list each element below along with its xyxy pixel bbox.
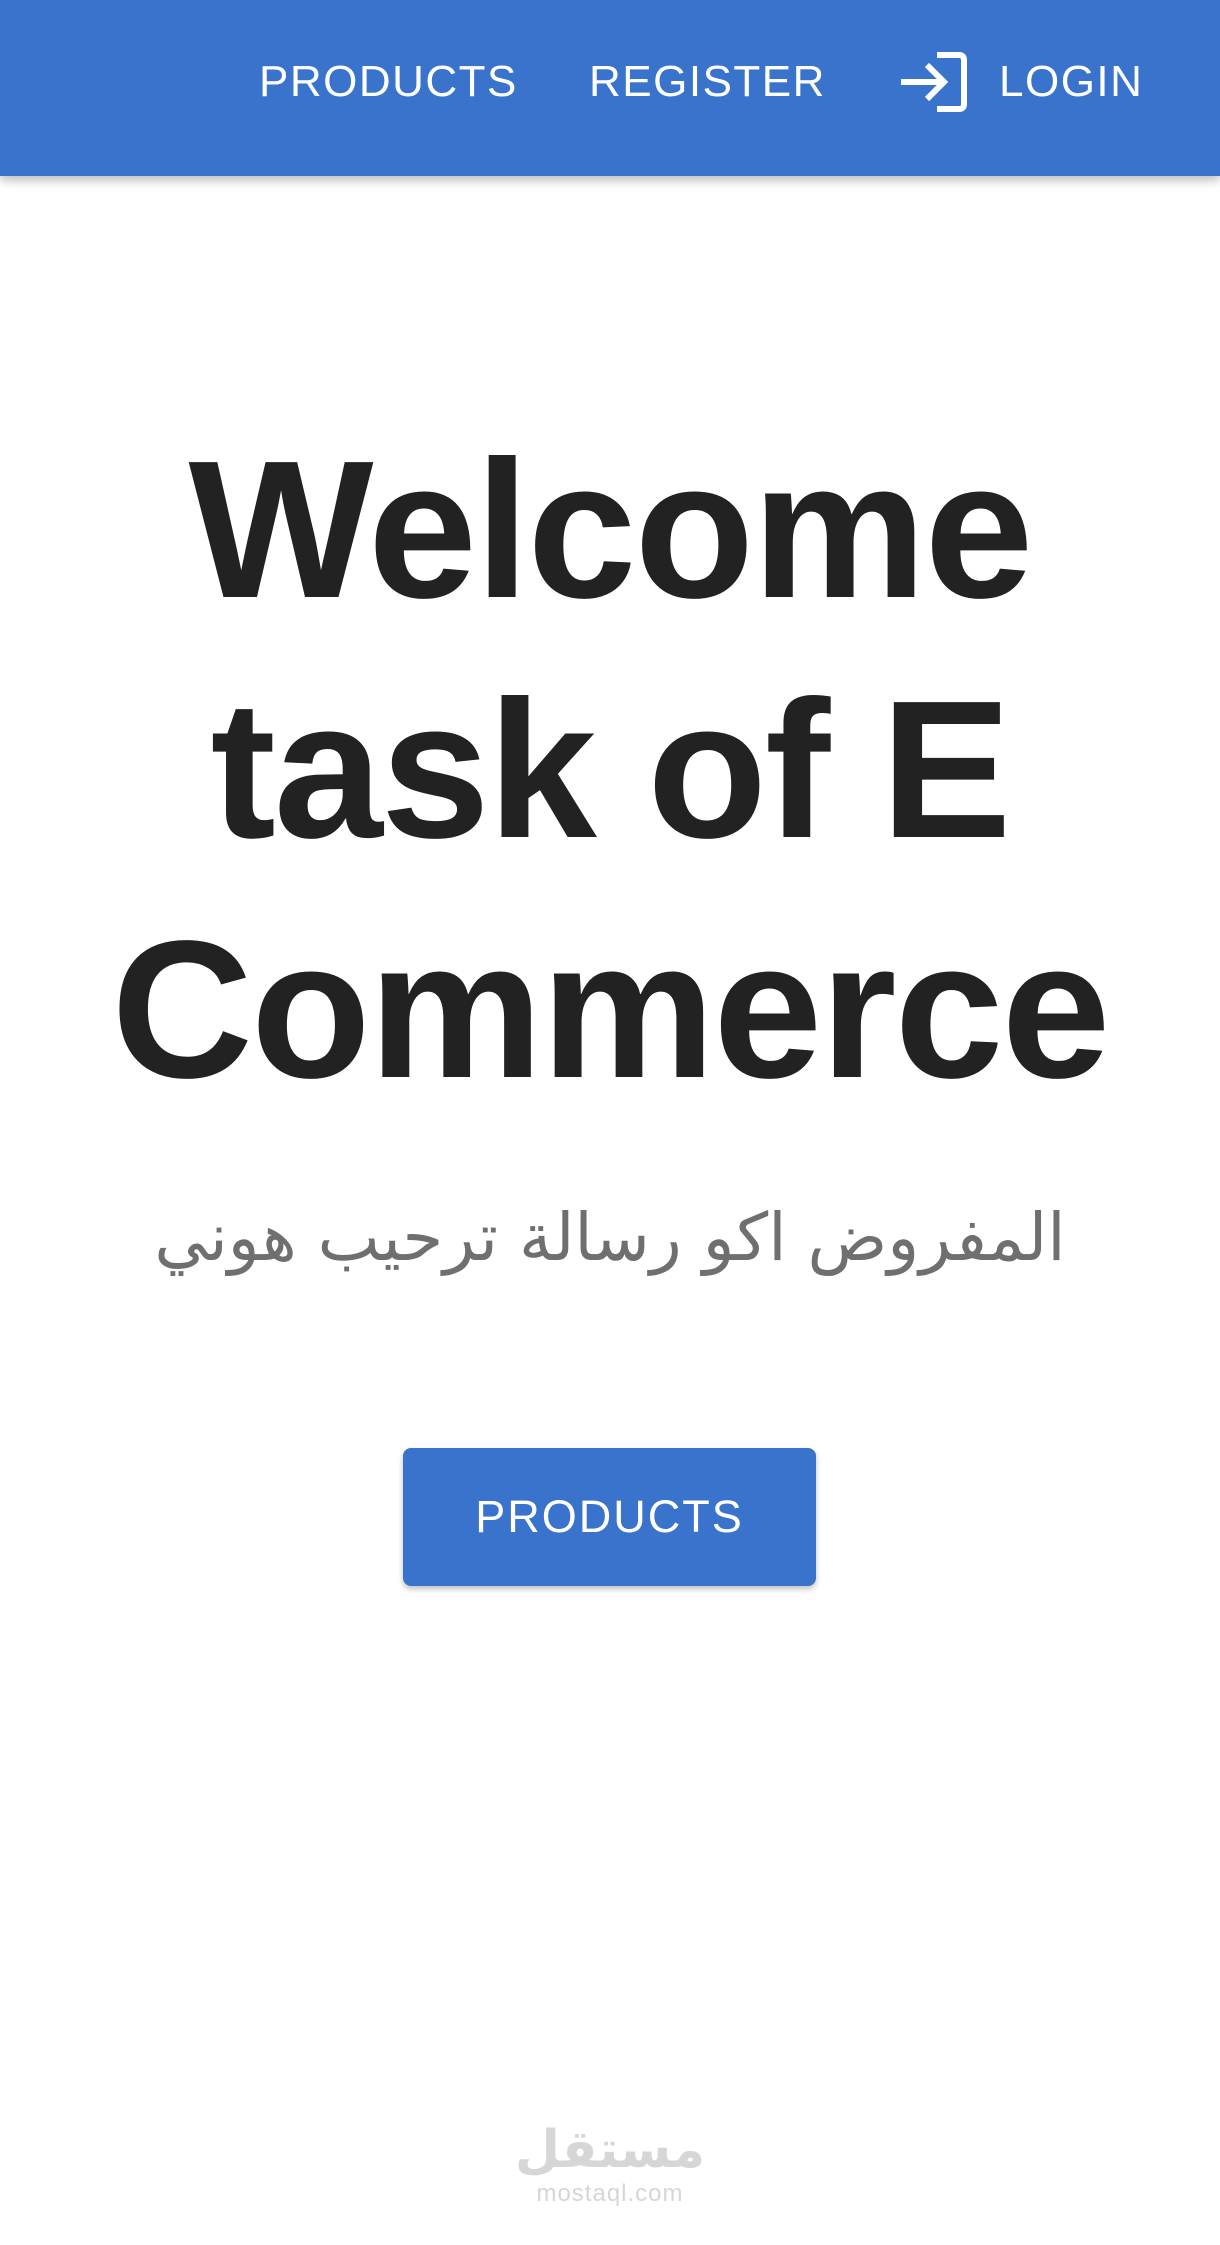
nav-products-label: PRODUCTS (259, 57, 518, 106)
nav-register-label: REGISTER (589, 57, 826, 106)
products-button[interactable]: PRODUCTS (403, 1448, 816, 1586)
nav-products-link[interactable]: PRODUCTS (259, 0, 518, 164)
mostaql-watermark: مستقل mostaql.com (460, 2120, 760, 2208)
hero-subtitle: المفروض اكو رسالة ترحيب هوني (154, 1199, 1066, 1276)
watermark-latin: mostaql.com (536, 2180, 684, 2207)
hero-title: Welcome task of E Commerce (111, 420, 1110, 1119)
login-icon (897, 50, 969, 114)
nav-register-link[interactable]: REGISTER (589, 0, 826, 164)
watermark-arabic: مستقل (514, 2120, 706, 2180)
app-bar: PRODUCTS REGISTER LOGIN (0, 0, 1220, 176)
nav-login-label: LOGIN (999, 57, 1144, 106)
nav-login-link[interactable]: LOGIN (897, 0, 1143, 164)
